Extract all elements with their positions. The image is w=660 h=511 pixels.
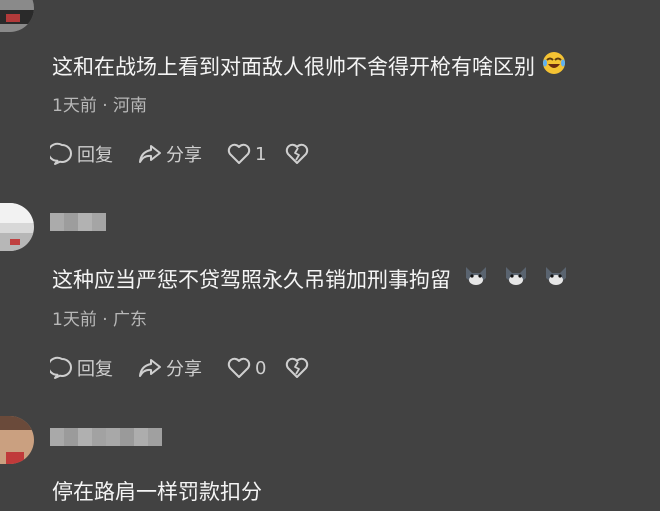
comment-actions: 回复 分享 1 [50, 140, 337, 168]
share-icon [139, 145, 161, 163]
comment-meta: 1天前 · 广东 [52, 310, 148, 330]
reply-button[interactable]: 回复 [50, 141, 113, 167]
username-blurred[interactable] [50, 213, 106, 231]
share-button[interactable]: 分享 [137, 355, 202, 381]
username-blurred[interactable] [50, 428, 162, 446]
like-count: 1 [255, 143, 267, 165]
avatar[interactable] [0, 0, 34, 32]
like-count: 0 [255, 357, 267, 379]
heart-icon [227, 357, 251, 378]
broken-heart-icon [286, 357, 309, 378]
comment-text: 这和在战场上看到对面敌人很帅不舍得开枪有啥区别 [52, 50, 567, 83]
reply-label: 回复 [77, 145, 113, 166]
comment-actions: 回复 分享 0 [50, 354, 337, 382]
comment-text: 停在路肩一样罚款扣分 [52, 478, 262, 506]
comment-meta: 1天前 · 河南 [52, 96, 148, 116]
reply-label: 回复 [77, 359, 113, 380]
comment-text-content: 这种应当严惩不贷驾照永久吊销加刑事拘留 [52, 267, 451, 292]
share-button[interactable]: 分享 [137, 141, 202, 167]
comment-text: 这种应当严惩不贷驾照永久吊销加刑事拘留 [52, 264, 569, 295]
heart-icon [227, 143, 251, 164]
avatar[interactable] [0, 416, 34, 464]
like-button[interactable]: 0 [226, 356, 266, 380]
comment-text-content: 这和在战场上看到对面敌人很帅不舍得开枪有啥区别 [52, 54, 535, 79]
comment-text-content: 停在路肩一样罚款扣分 [52, 480, 262, 504]
wolf-emoji [503, 264, 529, 295]
share-label: 分享 [166, 359, 202, 380]
dislike-button[interactable] [284, 142, 313, 166]
dislike-button[interactable] [284, 356, 313, 380]
like-button[interactable]: 1 [226, 142, 266, 166]
wolf-emoji [463, 264, 489, 295]
reply-icon [50, 142, 72, 165]
share-icon [139, 359, 161, 377]
reply-button[interactable]: 回复 [50, 355, 113, 381]
wolf-emoji [543, 264, 569, 295]
reply-icon [50, 356, 72, 379]
avatar[interactable] [0, 203, 34, 251]
laughing-crying-emoji [541, 50, 567, 83]
broken-heart-icon [286, 143, 309, 164]
share-label: 分享 [166, 145, 202, 166]
